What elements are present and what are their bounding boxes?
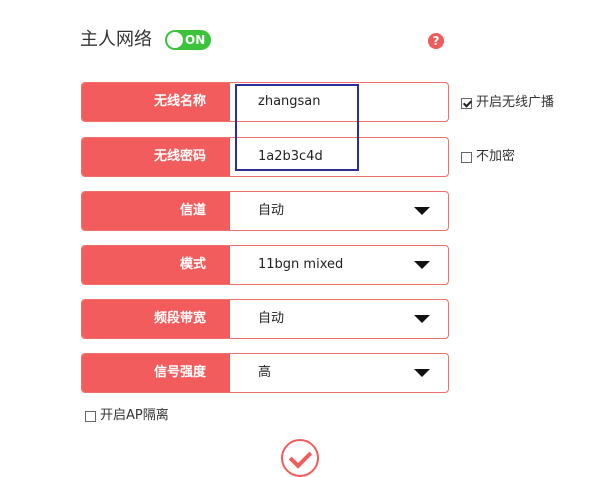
mode-value: 11bgn mixed [258,257,344,272]
check-icon [288,445,313,469]
network-toggle[interactable]: ON [165,30,211,50]
mode-select[interactable]: 模式 11bgn mixed [81,245,449,285]
ap-isolation-checkbox[interactable]: 开启AP隔离 [85,408,169,424]
caret-down-icon [414,369,430,377]
channel-value: 自动 [258,203,285,218]
caret-down-icon [414,261,430,269]
bandwidth-label: 频段带宽 [82,300,230,338]
mode-label: 模式 [82,246,230,284]
caret-down-icon [414,207,430,215]
signal-select[interactable]: 信号强度 高 [81,353,449,393]
ap-isolation-label: 开启AP隔离 [100,408,169,423]
signal-label: 信号强度 [82,354,230,392]
checkbox-icon[interactable] [85,410,96,422]
page-title: 主人网络 [80,29,152,50]
channel-label: 信道 [82,192,230,230]
no-encrypt-label: 不加密 [476,149,516,164]
checkbox-checked-icon[interactable] [461,97,472,109]
bandwidth-value: 自动 [258,311,285,326]
help-icon[interactable]: ? [428,33,444,49]
toggle-label: ON [185,33,206,47]
checkbox-icon[interactable] [461,151,472,163]
highlight-box [235,84,359,171]
channel-select[interactable]: 信道 自动 [81,191,449,231]
broadcast-label: 开启无线广播 [476,95,555,110]
broadcast-checkbox[interactable]: 开启无线广播 [461,95,554,111]
save-button[interactable] [281,439,319,477]
signal-value: 高 [258,365,272,380]
no-encrypt-checkbox[interactable]: 不加密 [461,149,515,165]
bandwidth-select[interactable]: 频段带宽 自动 [81,299,449,339]
toggle-knob [167,32,183,48]
password-label: 无线密码 [82,138,230,176]
caret-down-icon [414,315,430,323]
ssid-label: 无线名称 [82,83,230,121]
